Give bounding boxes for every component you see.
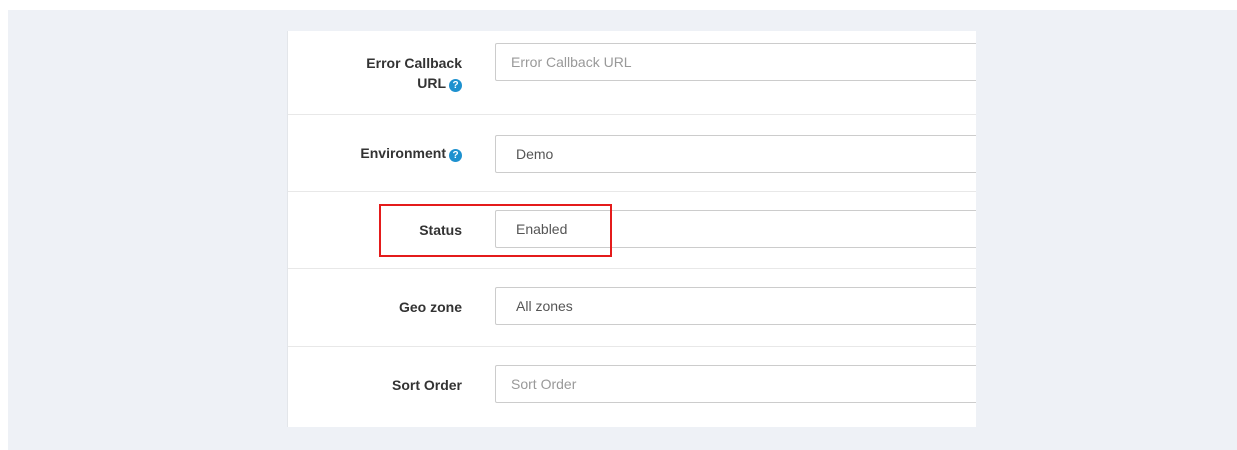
form-row-sort-order: Sort Order Sort Order	[288, 347, 976, 427]
environment-label-text: Environment	[360, 145, 446, 161]
environment-label: Environment?	[360, 143, 462, 163]
geo-zone-select[interactable]: All zones	[495, 287, 976, 325]
geo-zone-label: Geo zone	[398, 299, 462, 315]
error-callback-url-label-line1: Error Callback	[366, 55, 462, 71]
form-row-geo-zone: Geo zone All zones	[288, 269, 976, 347]
help-icon[interactable]: ?	[449, 149, 462, 162]
status-highlight-box	[379, 204, 612, 257]
error-callback-url-input[interactable]: Error Callback URL	[495, 43, 976, 81]
environment-select[interactable]: Demo	[495, 135, 976, 173]
error-callback-url-label-line2: URL	[417, 75, 446, 91]
sort-order-label: Sort Order	[391, 377, 462, 393]
form-row-environment: Environment? Demo	[288, 115, 976, 192]
error-callback-url-label: Error Callback URL?	[366, 53, 462, 93]
sort-order-input[interactable]: Sort Order	[495, 365, 976, 403]
form-row-error-callback-url: Error Callback URL? Error Callback URL	[288, 31, 976, 115]
help-icon[interactable]: ?	[449, 79, 462, 92]
